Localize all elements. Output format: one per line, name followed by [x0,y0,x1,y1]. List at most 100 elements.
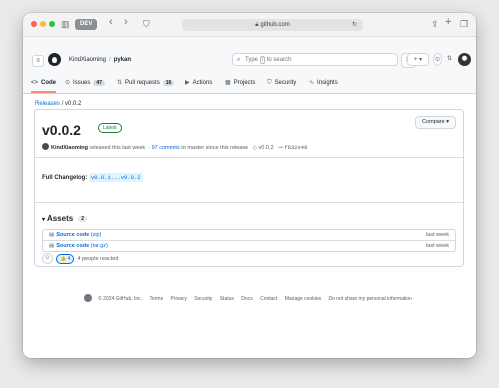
search-slash-key: / [259,56,266,64]
reactions: ☺ 👍 44 people reacted [42,253,118,264]
projects-icon: ▦ [225,80,231,86]
close-window-button[interactable] [31,21,37,27]
commits-text: to master since this release [181,145,249,151]
footer-link-status[interactable]: Status [220,296,234,302]
tab-label: Projects [233,80,256,86]
tag-icon: ◇ [252,145,258,151]
tab-projects[interactable]: ▦ Projects [225,77,255,93]
asset-ext[interactable]: (zip) [91,232,102,238]
releases-link[interactable]: Releases [35,101,60,107]
asset-list: ▤ Source code (zip) last week ▤ Source cod… [42,229,456,252]
footer-link-docs[interactable]: Docs [241,296,252,302]
shield-icon: ⛉ [267,80,272,86]
footer-link-privacy[interactable]: Privacy [170,296,186,302]
address-bar[interactable]: 🔒︎ github.com ↻ [182,19,363,31]
user-avatar[interactable] [458,53,471,66]
issues-tab-icon: ⊙ [65,80,71,86]
changelog: Full Changelog: v0.0.1...v0.0.2 [42,173,143,182]
privacy-report-icon[interactable]: ⛉ [143,18,150,30]
tab-security[interactable]: ⛉ Security [267,77,296,93]
minimize-window-button[interactable] [40,21,46,27]
commits-link[interactable]: · 97 commits [148,145,179,151]
search-placeholder-post: to search [266,57,292,63]
chevron-down-icon: ▾ [446,119,449,125]
repo-owner-link[interactable]: KindXiaoming [69,57,106,63]
new-tab-icon[interactable]: + [445,16,451,28]
search-input[interactable]: ⌕ Type / to search >_ [232,53,417,68]
assets-toggle[interactable]: ▾ Assets 2 [42,214,87,223]
back-icon[interactable]: ‹ [109,16,113,28]
breadcrumb-separator: / [61,101,64,107]
repo-separator: / [109,57,111,63]
issues-icon[interactable]: ⊙ [433,53,442,66]
code-icon: <> [31,80,39,86]
divider [35,157,463,158]
share-icon[interactable]: ⇪ [431,18,439,30]
footer-link-terms[interactable]: Terms [149,296,163,302]
triangle-down-icon: ▾ [42,217,46,223]
footer-link-security[interactable]: Security [194,296,212,302]
footer-link-contact[interactable]: Contact [260,296,277,302]
github-header: ≡ KindXiaoming / pykan ⌕ Type / to search … [23,37,476,94]
assets-title: Assets [46,214,74,223]
tab-label: Insights [317,80,338,86]
tab-label: Actions [192,80,213,86]
browser-toolbar: ▥ DEV ‹ › ⛉ 🔒︎ github.com ↻ ⇪ + ❐ [23,13,476,37]
list-item: ▤ Source code (tar.gz) last week [43,240,455,251]
breadcrumb-current: v0.0.2 [65,101,82,107]
actions-icon: ▶ [185,80,190,86]
asset-link[interactable]: Source code [56,243,89,249]
sidebar-toggle-icon[interactable]: ▥ [61,18,70,30]
thumbs-up-reaction[interactable]: 👍 4 [56,253,75,264]
tab-insights[interactable]: ∿ Insights [309,77,338,93]
tab-actions[interactable]: ▶ Actions [185,77,212,93]
commit-link[interactable]: f832e48 [284,144,307,151]
footer-copyright: © 2024 GitHub, Inc. [98,296,143,302]
file-zip-icon: ▤ [49,232,55,238]
browser-window: ▥ DEV ‹ › ⛉ 🔒︎ github.com ↻ ⇪ + ❐ ≡ KindX… [23,13,476,358]
tab-overview-icon[interactable]: ❐ [460,18,468,30]
asset-link[interactable]: Source code [56,232,89,238]
github-mark-icon[interactable] [84,294,93,302]
release-title[interactable]: v0.0.2 [42,122,81,138]
file-zip-icon: ▤ [49,243,55,249]
asset-ext[interactable]: (tar.gz) [91,243,108,249]
repo-name-link[interactable]: pykan [114,57,131,63]
lock-icon: 🔒︎ [255,22,259,28]
pull-request-icon: ⇅ [117,80,123,86]
search-placeholder-pre: Type [245,57,259,63]
reload-icon[interactable]: ↻ [352,19,357,31]
tab-issues[interactable]: ⊙ Issues 47 [65,77,105,93]
reactions-text: 4 people reacted [77,255,119,262]
released-text: released this last week [89,145,146,151]
tag-link[interactable]: v0.0.2 [259,145,274,151]
create-new-button[interactable]: + ▾ [407,53,429,66]
changelog-label: Full Changelog: [42,175,88,181]
page-footer: © 2024 GitHub, Inc. Terms Privacy Securi… [23,294,476,302]
compare-button[interactable]: Compare ▾ [415,116,456,129]
tab-label: Issues [73,80,91,86]
tab-pull-requests[interactable]: ⇅ Pull requests 16 [117,77,175,93]
github-logo-icon[interactable] [48,53,61,66]
pull-requests-icon[interactable]: ⇅ [445,53,454,66]
divider [35,202,463,203]
zoom-window-button[interactable] [49,21,55,27]
author-avatar[interactable] [42,143,49,150]
footer-link-do-not-share[interactable]: Do not share my personal information [329,296,412,302]
asset-date: last week [426,232,449,238]
repo-tabs: <> Code ⊙ Issues 47 ⇅ Pull requests 16 ▶ Actio… [23,77,476,93]
profile-pill[interactable]: DEV [75,19,98,30]
author-link[interactable]: KindXiaoming [51,145,88,151]
search-icon: ⌕ [237,57,241,63]
tab-label: Pull requests [125,80,160,86]
issues-count-badge: 47 [93,80,105,86]
commit-icon: ⊸ [278,145,283,151]
forward-icon[interactable]: › [124,16,128,28]
changelog-link[interactable]: v0.0.1...v0.0.2 [89,173,143,182]
repo-breadcrumb: KindXiaoming / pykan [69,55,131,65]
footer-link-manage-cookies[interactable]: Manage cookies [285,296,321,302]
assets-count-badge: 2 [78,216,87,222]
menu-icon[interactable]: ≡ [32,55,44,67]
add-reaction-icon[interactable]: ☺ [42,253,53,264]
tab-code[interactable]: <> Code [31,77,57,93]
